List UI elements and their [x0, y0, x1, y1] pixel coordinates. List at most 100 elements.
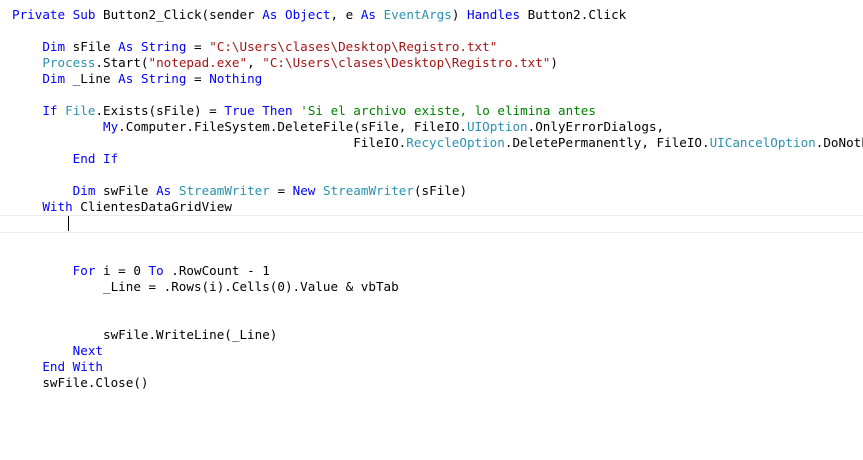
code-token: swFile.WriteLine(_Line) [12, 327, 278, 342]
code-token: "C:\Users\clases\Desktop\Registro.txt" [262, 55, 551, 70]
code-token: StreamWriter [178, 183, 270, 198]
code-token: sFile [65, 39, 119, 54]
code-token: Button2.Click [520, 7, 627, 22]
code-token: As [118, 71, 134, 86]
code-token: i = 0 [95, 263, 149, 278]
code-token: RecycleOption [406, 135, 505, 150]
code-token: ClientesDataGridView [72, 199, 232, 214]
code-token: Then [262, 103, 293, 118]
code-token: Process [42, 55, 96, 70]
code-token: My [103, 119, 119, 134]
code-token: End With [42, 359, 104, 374]
code-token: ) [550, 55, 558, 70]
code-line[interactable]: FileIO.RecycleOption.DeletePermanently, … [12, 135, 863, 151]
code-token: As [118, 39, 134, 54]
code-token: ) [451, 7, 468, 22]
code-line[interactable]: End With [12, 359, 103, 375]
code-token: Dim [72, 183, 96, 198]
code-line[interactable]: With ClientesDataGridView [12, 199, 232, 215]
code-token: String [140, 71, 187, 86]
code-token: EventArgs [383, 7, 452, 22]
code-token: = [186, 71, 210, 86]
code-token: Handles [467, 7, 521, 22]
code-token: = [269, 183, 293, 198]
code-token: swFile [95, 183, 157, 198]
code-line[interactable]: Dim sFile As String = "C:\Users\clases\D… [12, 39, 497, 55]
code-line[interactable]: swFile.Close() [12, 375, 148, 391]
code-token: _Line [65, 71, 119, 86]
code-token: , [247, 55, 263, 70]
code-line[interactable]: If File.Exists(sFile) = True Then 'Si el… [12, 103, 596, 119]
code-token: For [72, 263, 96, 278]
code-editor[interactable]: Private Sub Button2_Click(sender As Obje… [0, 0, 863, 460]
code-token: With [42, 199, 73, 214]
code-token: As [262, 7, 278, 22]
code-token: .OnlyErrorDialogs, [527, 119, 665, 134]
code-line[interactable]: End If [12, 151, 119, 167]
code-token: .DeletePermanently, FileIO. [504, 135, 710, 150]
code-token: Button2_Click(sender [95, 7, 263, 22]
code-token: To [148, 263, 164, 278]
code-token: swFile.Close() [12, 375, 149, 390]
code-token: .Computer.FileSystem.DeleteFile(sFile, F… [118, 119, 467, 134]
code-line[interactable]: _Line = .Rows(i).Cells(0).Value & vbTab [12, 279, 399, 295]
text-caret [68, 216, 69, 231]
code-token: FileIO. [12, 135, 407, 150]
code-token: UICancelOption [709, 135, 816, 150]
code-token: _Line = .Rows(i).Cells(0).Value & vbTab [12, 279, 399, 294]
code-line[interactable]: For i = 0 To .RowCount - 1 [12, 263, 270, 279]
code-line[interactable]: Process.Start("notepad.exe", "C:\Users\c… [12, 55, 558, 71]
code-token: As [360, 7, 376, 22]
code-line[interactable]: My.Computer.FileSystem.DeleteFile(sFile,… [12, 119, 664, 135]
code-line[interactable]: Private Sub Button2_Click(sender As Obje… [12, 7, 626, 23]
code-token: 'Si el archivo existe, lo elimina antes [300, 103, 596, 118]
code-token: StreamWriter [322, 183, 414, 198]
code-token: String [140, 39, 187, 54]
code-token: Object [284, 7, 331, 22]
code-line[interactable]: swFile.WriteLine(_Line) [12, 327, 277, 343]
code-token: New [292, 183, 316, 198]
code-token: "C:\Users\clases\Desktop\Registro.txt" [209, 39, 498, 54]
code-token: True [224, 103, 255, 118]
code-token: .Start( [95, 55, 149, 70]
code-token: Dim [42, 71, 66, 86]
code-token: , e [330, 7, 361, 22]
code-line[interactable]: Dim _Line As String = Nothing [12, 71, 262, 87]
code-token: Nothing [209, 71, 263, 86]
code-token: .DoNothing) [815, 135, 863, 150]
code-token: = [186, 39, 210, 54]
code-token: Dim [42, 39, 66, 54]
current-line-highlight [0, 215, 863, 233]
code-token: End If [72, 151, 119, 166]
code-line[interactable]: Next [12, 343, 103, 359]
code-token: File [65, 103, 96, 118]
code-token: Next [72, 343, 104, 358]
code-token: (sFile) [413, 183, 468, 198]
code-token: .RowCount - 1 [163, 263, 270, 278]
code-token: As [156, 183, 172, 198]
code-token: "notepad.exe" [148, 55, 248, 70]
code-token: Private Sub [12, 7, 96, 22]
code-token: .Exists(sFile) = [95, 103, 225, 118]
code-line[interactable]: Dim swFile As StreamWriter = New StreamW… [12, 183, 467, 199]
code-token: UIOption [466, 119, 528, 134]
code-token: If [42, 103, 58, 118]
